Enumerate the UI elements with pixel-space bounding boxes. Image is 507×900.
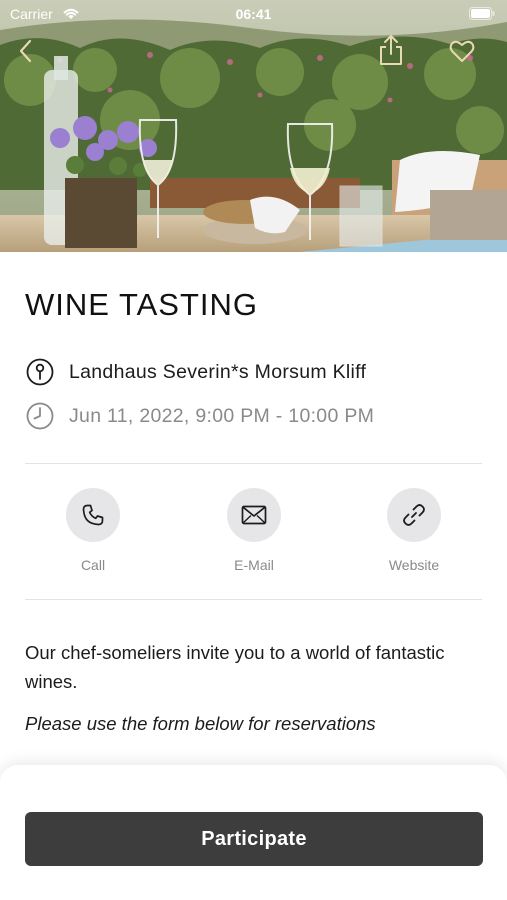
share-icon — [378, 34, 404, 71]
call-button[interactable]: Call — [33, 488, 153, 573]
location-pin-icon — [25, 357, 55, 387]
chevron-left-icon — [18, 39, 32, 68]
divider — [25, 599, 482, 600]
website-button[interactable]: Website — [354, 488, 474, 573]
share-button[interactable] — [375, 34, 407, 70]
event-datetime: Jun 11, 2022, 9:00 PM - 10:00 PM — [69, 404, 375, 427]
email-button[interactable]: E-Mail — [194, 488, 314, 573]
call-label: Call — [80, 557, 106, 573]
divider — [25, 463, 482, 464]
back-button[interactable] — [10, 36, 40, 70]
phone-icon — [66, 488, 120, 542]
venue-row[interactable]: Landhaus Severin*s Morsum Kliff — [25, 357, 366, 387]
event-title: WINE TASTING — [25, 287, 259, 322]
battery-icon — [469, 7, 495, 25]
event-description: Our chef-someliers invite you to a world… — [25, 642, 445, 692]
clock-icon — [25, 401, 55, 431]
website-label: Website — [388, 557, 440, 573]
datetime-row: Jun 11, 2022, 9:00 PM - 10:00 PM — [25, 401, 374, 431]
email-label: E-Mail — [234, 557, 274, 573]
clock-time: 06:41 — [235, 6, 272, 22]
heart-icon — [449, 39, 475, 68]
bottom-action-sheet: Participate — [0, 765, 507, 900]
favorite-button[interactable] — [445, 36, 479, 70]
venue-name: Landhaus Severin*s Morsum Kliff — [69, 360, 367, 383]
envelope-icon — [227, 488, 281, 542]
link-icon — [387, 488, 441, 542]
reservation-note: Please use the form below for reservatio… — [25, 713, 376, 734]
participate-button[interactable]: Participate — [25, 812, 483, 866]
status-bar: Carrier 06:41 — [0, 0, 507, 28]
hero-image — [0, 0, 507, 252]
